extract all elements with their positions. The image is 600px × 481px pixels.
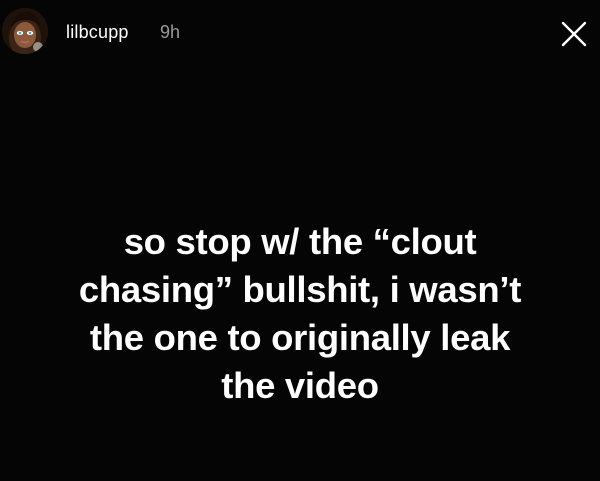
caption-line: chasing” bullshit, i wasn’t [78, 269, 522, 310]
avatar[interactable] [2, 8, 48, 54]
caption-line: the video [221, 365, 379, 406]
caption-line: so stop w/ the “clout [123, 221, 477, 262]
story-header: lilbcupp 9h [0, 0, 600, 70]
close-icon[interactable] [560, 20, 588, 48]
post-timestamp: 9h [160, 22, 181, 42]
profile-avatar-image [2, 8, 48, 54]
story-caption: so stop w/ the “clout chasing” bullshit,… [20, 218, 580, 410]
story-viewer[interactable]: lilbcupp 9h so stop w/ the “clout chasin… [0, 0, 600, 481]
username[interactable]: lilbcupp [66, 22, 129, 43]
caption-line: the one to originally leak [89, 317, 511, 358]
